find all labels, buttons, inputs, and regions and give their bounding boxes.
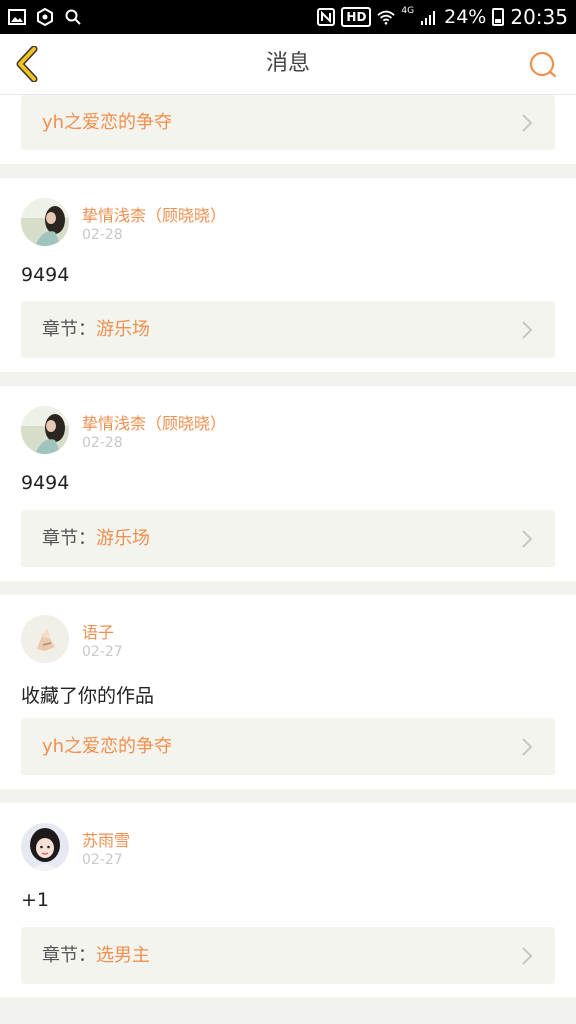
status-left-icons	[8, 0, 82, 34]
work-link[interactable]: yh之爱恋的争夺	[21, 95, 555, 150]
battery-icon	[492, 8, 505, 26]
message-card: 语子 02-27 收藏了你的作品 yh之爱恋的争夺	[0, 595, 576, 789]
chapter-title: 选男主	[96, 945, 150, 966]
message-date: 02-28	[82, 227, 123, 243]
message-card: 苏雨雪 02-27 +1 章节：选男主	[0, 803, 576, 997]
clock: 20:35	[510, 5, 568, 29]
settings-icon	[37, 8, 53, 26]
message-date: 02-28	[82, 435, 123, 451]
avatar[interactable]	[21, 406, 69, 454]
search-icon	[65, 9, 81, 25]
message-content: 收藏了你的作品	[21, 685, 155, 707]
chapter-link[interactable]: 章节：选男主	[21, 927, 555, 984]
chapter-label: 章节：	[42, 945, 96, 966]
chevron-right-icon	[522, 530, 533, 548]
work-title: yh之爱恋的争夺	[42, 736, 173, 757]
hd-badge: HD	[341, 7, 372, 27]
signal-icon	[421, 11, 436, 25]
chapter-link[interactable]: 章节：游乐场	[21, 301, 555, 358]
battery-percent: 24%	[444, 6, 487, 28]
message-content: 9494	[21, 472, 70, 494]
status-bar: HD 4G 24% 20:35	[0, 0, 576, 34]
message-card: 挚情浅柰（顾晓晓） 02-28 9494 章节：游乐场	[0, 386, 576, 581]
username[interactable]: 苏雨雪	[82, 827, 130, 851]
message-content: 9494	[21, 264, 70, 286]
page-title: 消息	[265, 51, 310, 76]
username[interactable]: 语子	[82, 619, 114, 643]
chapter-label: 章节：	[42, 319, 96, 340]
message-card: 挚情浅柰（顾晓晓） 02-28 9494 章节：游乐场	[0, 178, 576, 372]
chevron-right-icon	[522, 114, 533, 132]
chapter-link[interactable]: 章节：游乐场	[21, 510, 555, 567]
avatar[interactable]	[21, 198, 69, 246]
message-content: +1	[21, 889, 50, 911]
chapter-title: 游乐场	[96, 528, 150, 549]
gallery-icon	[8, 9, 26, 25]
app-header: 消息	[0, 34, 576, 95]
chevron-right-icon	[522, 321, 533, 339]
work-link[interactable]: yh之爱恋的争夺	[21, 718, 555, 775]
message-date: 02-27	[82, 852, 123, 868]
message-date: 02-27	[82, 644, 123, 660]
work-title: yh之爱恋的争夺	[42, 112, 173, 133]
wifi-icon	[377, 10, 396, 25]
username[interactable]: 挚情浅柰（顾晓晓）	[82, 202, 226, 226]
nfc-icon	[317, 8, 336, 26]
network-type: 4G	[401, 6, 415, 16]
chevron-right-icon	[522, 738, 533, 756]
status-right-icons: HD 4G 24% 20:35	[317, 0, 568, 34]
username[interactable]: 挚情浅柰（顾晓晓）	[82, 410, 226, 434]
search-icon[interactable]	[528, 50, 558, 80]
avatar[interactable]	[21, 823, 69, 871]
chapter-label: 章节：	[42, 528, 96, 549]
message-card-partial: yh之爱恋的争夺	[0, 95, 576, 164]
chevron-right-icon	[522, 947, 533, 965]
avatar[interactable]	[21, 615, 69, 663]
chapter-title: 游乐场	[96, 319, 150, 340]
